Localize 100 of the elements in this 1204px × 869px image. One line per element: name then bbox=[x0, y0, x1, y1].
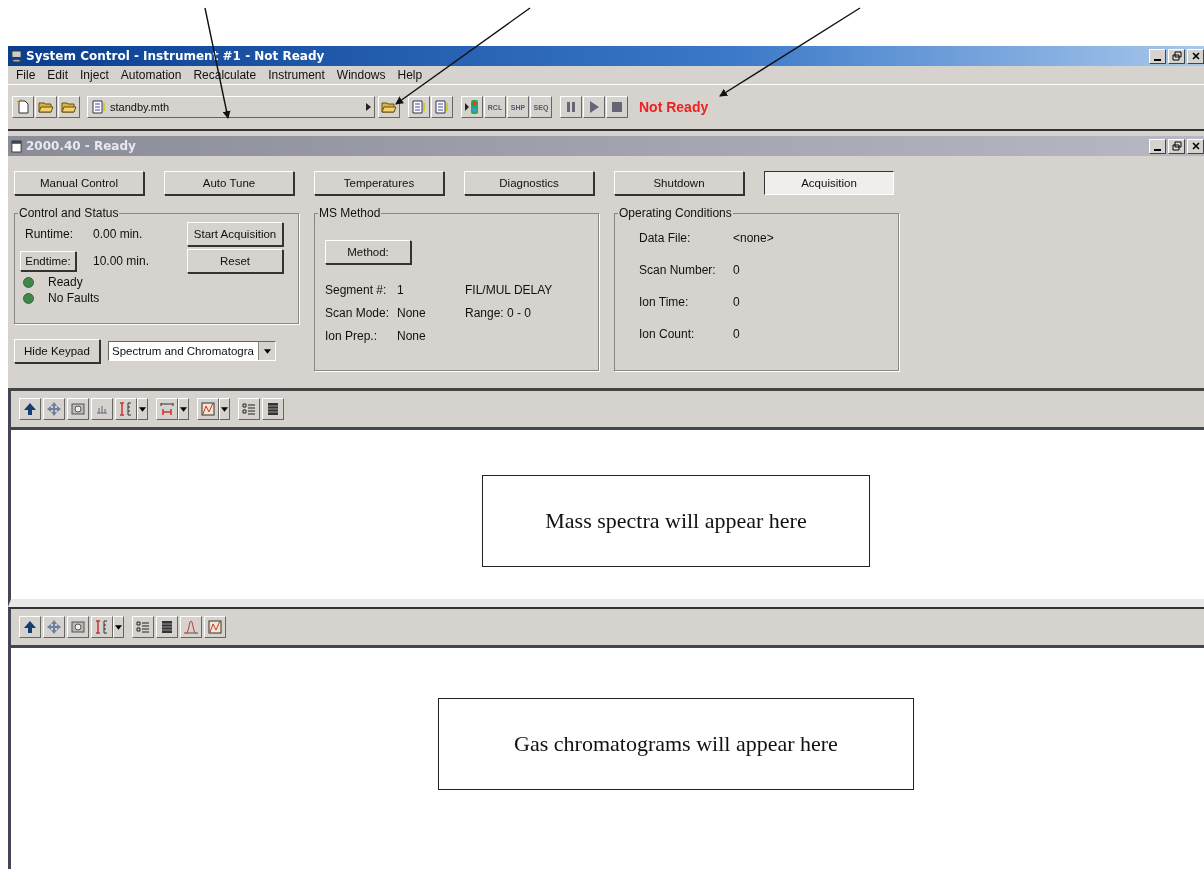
grid-icon bbox=[159, 619, 175, 635]
menu-item[interactable]: Edit bbox=[41, 68, 75, 82]
stop-button[interactable] bbox=[606, 96, 628, 118]
open-folder-icon bbox=[61, 99, 77, 115]
field-value: <none> bbox=[733, 231, 774, 245]
window-title: 2000.40 - Ready bbox=[26, 139, 136, 153]
close-button[interactable] bbox=[1187, 138, 1204, 154]
field-label: Runtime: bbox=[25, 227, 75, 241]
zoom-icon bbox=[70, 401, 86, 417]
note-text: Gas chromatograms will appear here bbox=[438, 698, 914, 790]
mode-button[interactable]: Auto Tune bbox=[164, 171, 294, 195]
traffic-light-icon bbox=[464, 99, 480, 115]
field-value: 1 bbox=[397, 282, 405, 297]
toolbar-button[interactable] bbox=[156, 616, 178, 638]
field-value: 0 bbox=[733, 263, 740, 277]
doc-icon bbox=[411, 99, 427, 115]
close-icon bbox=[1190, 51, 1201, 61]
close-icon bbox=[1190, 141, 1201, 151]
doc-icon bbox=[434, 99, 450, 115]
status-label: Ready bbox=[48, 275, 83, 289]
menu-item[interactable]: Inject bbox=[74, 68, 115, 82]
zoom-icon bbox=[70, 619, 86, 635]
grid-icon bbox=[265, 401, 281, 417]
menu-item[interactable]: Help bbox=[391, 68, 429, 82]
caret-icon bbox=[263, 348, 271, 354]
field-value: Range: 0 - 0 bbox=[465, 305, 532, 320]
toolbar-button[interactable] bbox=[262, 398, 284, 420]
caret-icon bbox=[139, 406, 146, 412]
mode-button[interactable]: Temperatures bbox=[314, 171, 444, 195]
toolbar-button[interactable] bbox=[19, 616, 41, 638]
move-icon bbox=[46, 619, 62, 635]
close-button[interactable] bbox=[1187, 48, 1204, 64]
scale-icon bbox=[118, 401, 134, 417]
minimize-button[interactable] bbox=[1149, 138, 1166, 154]
list-icon bbox=[135, 619, 151, 635]
move-icon bbox=[46, 401, 62, 417]
method-button[interactable]: Method: bbox=[325, 240, 411, 264]
up-arrow-icon bbox=[22, 401, 38, 417]
mode-button[interactable]: Acquisition bbox=[764, 171, 894, 195]
pause-button[interactable] bbox=[560, 96, 582, 118]
mode-button[interactable]: Manual Control bbox=[14, 171, 144, 195]
stop-icon bbox=[609, 99, 625, 115]
method-file-name: standby.mth bbox=[110, 101, 170, 113]
computer-icon bbox=[11, 49, 22, 63]
group-title: MS Method bbox=[318, 206, 382, 220]
window-icon bbox=[11, 139, 22, 153]
field-value: None bbox=[397, 305, 427, 320]
menu-item[interactable]: Instrument bbox=[262, 68, 331, 82]
field-label: Segment #: bbox=[325, 282, 388, 297]
minimize-icon bbox=[1154, 149, 1161, 151]
field-label: Ion Count: bbox=[639, 327, 696, 341]
dropdown-button[interactable] bbox=[113, 616, 124, 638]
field-value: 10.00 min. bbox=[92, 254, 151, 268]
minimize-button[interactable] bbox=[1149, 48, 1166, 64]
range-icon bbox=[159, 401, 175, 417]
toolbar-button[interactable] bbox=[461, 96, 483, 118]
caret-icon bbox=[115, 624, 122, 630]
mode-button[interactable]: Diagnostics bbox=[464, 171, 594, 195]
menu-item[interactable]: File bbox=[10, 68, 42, 82]
doc-icon bbox=[91, 99, 107, 115]
restore-button[interactable] bbox=[1168, 48, 1185, 64]
scale-icon bbox=[94, 619, 110, 635]
status-label: No Faults bbox=[48, 291, 100, 305]
restore-icon bbox=[1171, 51, 1182, 61]
minimize-icon bbox=[1154, 59, 1161, 61]
plot-icon bbox=[200, 401, 216, 417]
open-folder-icon bbox=[381, 99, 397, 115]
plot-icon bbox=[207, 619, 223, 635]
play-button[interactable] bbox=[583, 96, 605, 118]
play-arrow-icon bbox=[366, 103, 371, 111]
toolbar-button[interactable] bbox=[378, 96, 400, 118]
up-arrow-icon bbox=[22, 619, 38, 635]
field-value: None bbox=[397, 328, 427, 343]
restore-icon bbox=[1171, 141, 1182, 151]
caret-icon bbox=[221, 406, 228, 412]
start-acquisition-button[interactable]: Start Acquisition bbox=[187, 222, 283, 246]
hide-keypad-button[interactable]: Hide Keypad bbox=[14, 339, 100, 363]
restore-button[interactable] bbox=[1168, 138, 1185, 154]
field-value: FIL/MUL DELAY bbox=[465, 282, 553, 297]
status-text: Not Ready bbox=[639, 99, 709, 115]
note-text: Mass spectra will appear here bbox=[482, 475, 870, 567]
caret-icon bbox=[180, 406, 187, 412]
field-label: Scan Mode: bbox=[325, 305, 391, 320]
window-title: System Control - Instrument #1 - Not Ready bbox=[26, 49, 325, 63]
field-value: 0 bbox=[733, 327, 740, 341]
view-dropdown[interactable]: Spectrum and Chromatogra bbox=[108, 341, 276, 361]
menu-item[interactable]: Windows bbox=[330, 68, 392, 82]
dropdown-button[interactable] bbox=[137, 398, 148, 420]
menu-item[interactable]: Automation bbox=[114, 68, 188, 82]
dropdown-button[interactable] bbox=[219, 398, 230, 420]
reset-button[interactable]: Reset bbox=[187, 249, 283, 273]
field-value: 0 bbox=[733, 295, 740, 309]
toolbar-button[interactable] bbox=[19, 398, 41, 420]
endtime-button[interactable]: Endtime: bbox=[20, 251, 76, 271]
list-icon bbox=[241, 401, 257, 417]
mode-button[interactable]: Shutdown bbox=[614, 171, 744, 195]
field-label: Ion Time: bbox=[639, 295, 690, 309]
field-label: Ion Prep.: bbox=[325, 328, 379, 343]
dropdown-button[interactable] bbox=[178, 398, 189, 420]
method-file-field[interactable]: standby.mth bbox=[87, 96, 375, 118]
